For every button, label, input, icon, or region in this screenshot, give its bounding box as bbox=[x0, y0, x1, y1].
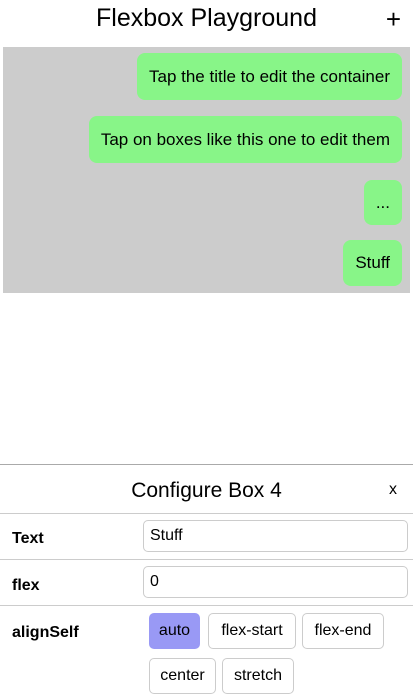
close-panel-button[interactable]: x bbox=[389, 481, 397, 499]
add-box-button[interactable]: + bbox=[386, 4, 401, 34]
flex-box-2[interactable]: Tap on boxes like this one to edit them bbox=[88, 116, 402, 163]
align-option-auto[interactable]: auto bbox=[149, 613, 200, 649]
flex-input[interactable] bbox=[143, 566, 408, 598]
align-option-flex-start[interactable]: flex-start bbox=[208, 613, 296, 649]
panel-title: Configure Box 4 bbox=[131, 479, 282, 502]
align-option-flex-end[interactable]: flex-end bbox=[302, 613, 384, 649]
page-title[interactable]: Flexbox Playground bbox=[0, 4, 413, 33]
app-header: Flexbox Playground + bbox=[0, 0, 413, 46]
flex-box-3[interactable]: ... bbox=[363, 180, 402, 225]
flex-container[interactable]: Tap the title to edit the container Tap … bbox=[3, 47, 410, 293]
align-self-row: alignSelf auto flex-start flex-end cente… bbox=[0, 605, 413, 700]
align-option-center[interactable]: center bbox=[149, 658, 216, 694]
align-self-label: alignSelf bbox=[12, 624, 79, 641]
text-input[interactable] bbox=[143, 520, 408, 552]
flex-box-1[interactable]: Tap the title to edit the container bbox=[137, 53, 402, 100]
align-option-stretch[interactable]: stretch bbox=[222, 658, 294, 694]
flex-row: flex bbox=[0, 559, 413, 605]
text-row: Text bbox=[0, 513, 413, 559]
flex-label: flex bbox=[12, 577, 40, 594]
flex-box-4[interactable]: Stuff bbox=[343, 240, 402, 286]
text-label: Text bbox=[12, 530, 44, 547]
